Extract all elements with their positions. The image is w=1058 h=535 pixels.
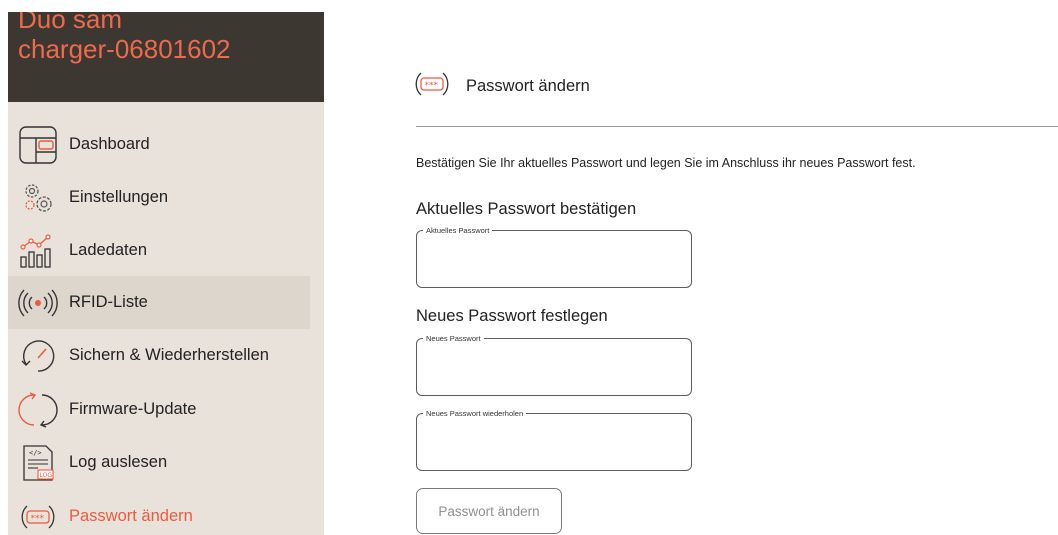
gears-icon: [18, 178, 58, 218]
sidebar-item-einstellungen[interactable]: Einstellungen: [8, 171, 310, 224]
main-content: *** Passwort ändern Bestätigen Sie Ihr a…: [324, 0, 1058, 535]
current-password-field[interactable]: Aktuelles Passwort: [416, 225, 692, 288]
new-password-input[interactable]: [427, 353, 681, 383]
rfid-icon: [18, 283, 58, 323]
sidebar-item-firmware-update[interactable]: Firmware-Update: [8, 383, 310, 436]
brand-title: Duo sam: [18, 12, 123, 34]
password-icon: ***: [18, 497, 58, 535]
svg-text:</>: </>: [29, 449, 42, 457]
sidebar-item-passwort-aendern[interactable]: *** Passwort ändern: [8, 490, 310, 535]
svg-text:***: ***: [31, 514, 45, 524]
repeat-password-input[interactable]: [427, 428, 681, 458]
password-icon: ***: [412, 64, 452, 108]
new-password-field[interactable]: Neues Passwort: [416, 333, 692, 396]
device-name: charger-06801602: [18, 34, 231, 64]
sidebar-item-ladedaten[interactable]: Ladedaten: [8, 224, 310, 277]
current-password-input[interactable]: [427, 245, 681, 275]
change-password-button[interactable]: Passwort ändern: [416, 488, 562, 534]
sidebar-item-label: Passwort ändern: [69, 507, 193, 525]
sidebar-item-rfid-liste[interactable]: RFID-Liste: [8, 276, 310, 329]
section-title-new: Neues Passwort festlegen: [416, 307, 608, 325]
page-header: *** Passwort ändern: [412, 64, 590, 108]
sidebar-item-label: Einstellungen: [69, 188, 169, 206]
sidebar-item-label: Firmware-Update: [69, 400, 197, 418]
brand-header: Duo sam charger-06801602: [8, 12, 324, 102]
sidebar-item-sichern[interactable]: Sichern & Wiederherstellen: [8, 329, 310, 382]
section-title-current: Aktuelles Passwort bestätigen: [416, 200, 637, 218]
repeat-password-field[interactable]: Neues Passwort wiederholen: [416, 408, 692, 471]
sidebar-item-log-auslesen[interactable]: </> LOG Log auslesen: [8, 436, 310, 489]
sidebar-item-label: Sichern & Wiederherstellen: [69, 346, 269, 364]
sidebar: Duo sam charger-06801602 Dashboard Einst…: [0, 0, 324, 535]
field-label: Aktuelles Passwort: [423, 225, 493, 236]
dashboard-icon: [18, 125, 58, 165]
sidebar-item-label: Dashboard: [69, 135, 150, 153]
field-label: Neues Passwort: [423, 333, 484, 344]
sidebar-item-label: RFID-Liste: [69, 293, 148, 311]
divider: [416, 126, 1058, 127]
sidebar-item-label: Ladedaten: [69, 241, 147, 259]
sidebar-item-dashboard[interactable]: Dashboard: [8, 118, 310, 171]
log-icon: </> LOG: [18, 443, 58, 483]
backup-icon: [18, 336, 58, 376]
field-label: Neues Passwort wiederholen: [423, 408, 527, 419]
sidebar-nav: Dashboard Einstellungen Ladedaten RFID-L…: [8, 102, 324, 535]
update-icon: [18, 390, 58, 430]
svg-text:LOG: LOG: [40, 472, 53, 479]
intro-text: Bestätigen Sie Ihr aktuelles Passwort un…: [416, 156, 916, 170]
sidebar-item-label: Log auslesen: [69, 453, 168, 471]
page-title: Passwort ändern: [466, 76, 590, 95]
svg-text:***: ***: [425, 81, 439, 91]
chart-icon: [18, 231, 58, 271]
